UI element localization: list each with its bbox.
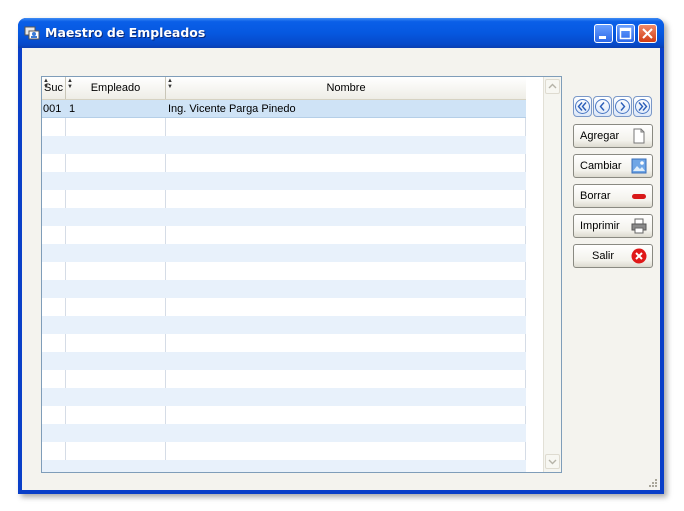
app-icon [24, 26, 40, 40]
table-row[interactable] [42, 406, 526, 424]
chevron-up-icon [548, 83, 557, 89]
sort-icon: ▲ ▼ [167, 78, 173, 90]
cell-empleado: 1 [69, 103, 76, 115]
cell-nombre: Ing. Vicente Parga Pinedo [168, 103, 296, 115]
chevron-down-icon [548, 459, 557, 465]
first-record-button[interactable] [573, 96, 592, 117]
table-row[interactable] [42, 154, 526, 172]
scroll-down-arrow[interactable] [545, 454, 560, 469]
app-window: Maestro de Empleados ▲ ▼ Suc ▲ ▼ Empleado [18, 18, 664, 494]
minimize-button[interactable] [594, 24, 613, 43]
title-bar[interactable]: Maestro de Empleados [18, 18, 664, 48]
next-icon [615, 99, 630, 114]
close-icon [642, 28, 653, 39]
table-row[interactable] [42, 262, 526, 280]
table-row[interactable] [42, 208, 526, 226]
close-button[interactable] [638, 24, 657, 43]
delete-minus-icon [632, 194, 646, 199]
salir-label: Salir [592, 250, 615, 262]
cambiar-label: Cambiar [580, 160, 622, 172]
table-row[interactable]: 001 1 Ing. Vicente Parga Pinedo [42, 100, 526, 118]
last-icon [635, 99, 650, 114]
table-row[interactable] [42, 172, 526, 190]
salir-button[interactable]: Salir [573, 244, 653, 268]
table-row[interactable] [42, 244, 526, 262]
vertical-scrollbar[interactable] [543, 77, 561, 472]
table-row[interactable] [42, 424, 526, 442]
column-header-empleado[interactable]: ▲ ▼ Empleado [66, 77, 166, 99]
agregar-label: Agregar [580, 130, 620, 142]
cambiar-button[interactable]: Cambiar [573, 154, 653, 178]
table-row[interactable] [42, 334, 526, 352]
maximize-button[interactable] [616, 24, 635, 43]
printer-icon [631, 218, 647, 234]
edit-image-icon [631, 158, 647, 174]
table-row[interactable] [42, 316, 526, 334]
table-row[interactable] [42, 370, 526, 388]
cell-suc: 001 [43, 103, 62, 115]
table-row[interactable] [42, 190, 526, 208]
table-row[interactable] [42, 226, 526, 244]
sort-icon: ▲ ▼ [67, 78, 73, 90]
table-row[interactable] [42, 442, 526, 460]
minimize-icon [599, 36, 606, 39]
prev-icon [595, 99, 610, 114]
table-row[interactable] [42, 352, 526, 370]
column-header-nombre[interactable]: ▲ ▼ Nombre [166, 77, 526, 99]
table-row[interactable] [42, 298, 526, 316]
previous-record-button[interactable] [593, 96, 612, 117]
maximize-icon [619, 27, 632, 40]
borrar-label: Borrar [580, 190, 611, 202]
employees-grid[interactable]: ▲ ▼ Suc ▲ ▼ Empleado ▲ ▼ Nombre 001 1 In… [41, 76, 562, 473]
resize-grip-icon[interactable] [648, 478, 658, 488]
client-area: ▲ ▼ Suc ▲ ▼ Empleado ▲ ▼ Nombre 001 1 In… [22, 48, 660, 490]
imprimir-label: Imprimir [580, 220, 620, 232]
last-record-button[interactable] [633, 96, 652, 117]
table-row[interactable] [42, 280, 526, 298]
column-header-suc[interactable]: ▲ ▼ Suc [42, 77, 66, 99]
new-document-icon [633, 128, 645, 144]
next-record-button[interactable] [613, 96, 632, 117]
table-row[interactable] [42, 136, 526, 154]
first-icon [575, 99, 590, 114]
table-row[interactable] [42, 118, 526, 136]
agregar-button[interactable]: Agregar [573, 124, 653, 148]
grid-rows: 001 1 Ing. Vicente Parga Pinedo [42, 100, 526, 472]
imprimir-button[interactable]: Imprimir [573, 214, 653, 238]
column-header-label: Nombre [326, 82, 366, 94]
sort-icon: ▲ ▼ [43, 78, 49, 90]
window-title: Maestro de Empleados [45, 25, 206, 40]
table-row[interactable] [42, 460, 526, 472]
exit-icon [631, 248, 647, 264]
table-row[interactable] [42, 388, 526, 406]
grid-header: ▲ ▼ Suc ▲ ▼ Empleado ▲ ▼ Nombre [42, 77, 526, 100]
borrar-button[interactable]: Borrar [573, 184, 653, 208]
column-header-label: Empleado [90, 82, 141, 94]
scroll-up-arrow[interactable] [545, 79, 560, 94]
